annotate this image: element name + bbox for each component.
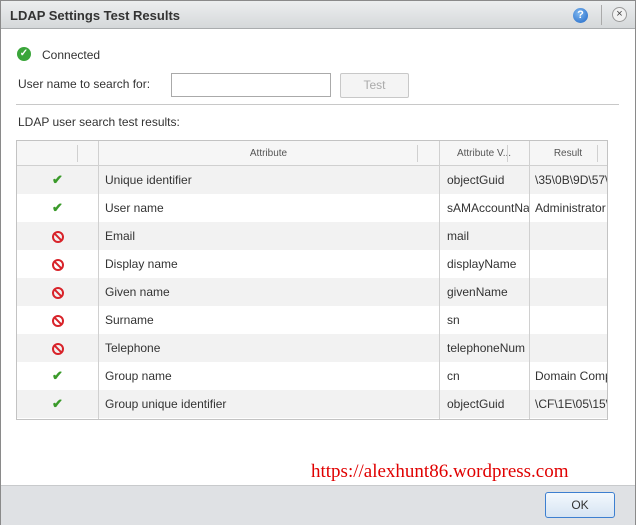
results-table: Attribute Attribute V... Result ✔ Unique… (16, 140, 608, 420)
table-row[interactable]: ✔ User name sAMAccountNa Administrator (17, 194, 607, 222)
attribute-value-cell: objectGuid (447, 173, 505, 187)
attribute-cell: Group name (105, 369, 172, 383)
results-label: LDAP user search test results: (18, 115, 180, 129)
attribute-cell: Display name (105, 257, 178, 271)
result-cell (535, 222, 607, 250)
status-cell (17, 222, 98, 250)
username-input[interactable] (171, 73, 331, 97)
header-attribute[interactable]: Attribute (98, 141, 439, 166)
watermark: https://alexhunt86.wordpress.com (311, 461, 569, 482)
table-row[interactable]: Display name displayName (17, 250, 607, 278)
username-label: User name to search for: (18, 77, 151, 91)
attribute-value-cell: mail (447, 229, 470, 243)
table-row[interactable]: Surname sn (17, 306, 607, 334)
status-cell (17, 278, 98, 306)
result-cell: \CF\1E\05\15\8 (535, 397, 607, 411)
attribute-cell: Unique identifier (105, 173, 192, 187)
table-row[interactable]: Email mail (17, 222, 607, 250)
title-bar: LDAP Settings Test Results ? × (1, 1, 635, 29)
result-cell (535, 334, 607, 362)
divider (16, 104, 619, 105)
attribute-value-cell: givenName (447, 285, 508, 299)
attribute-cell: Group unique identifier (105, 397, 227, 411)
header-divider (77, 145, 78, 162)
attribute-cell: Email (105, 229, 136, 243)
check-circle-icon: ✓ (17, 47, 31, 61)
blocked-icon (51, 314, 64, 327)
header-attribute-value[interactable]: Attribute V... (439, 141, 529, 166)
result-cell (535, 250, 607, 278)
check-icon: ✔ (52, 396, 63, 411)
attribute-value-cell: sn (447, 313, 460, 327)
status-cell: ✔ (17, 362, 98, 390)
check-icon: ✔ (52, 200, 63, 215)
header-result[interactable]: Result (529, 141, 607, 166)
result-cell: \35\0B\9D\57\F (535, 173, 607, 187)
column-divider (98, 141, 99, 419)
attribute-cell: User name (105, 201, 164, 215)
header-divider (417, 145, 418, 162)
table-row[interactable]: Given name givenName (17, 278, 607, 306)
result-cell: Administrator (535, 201, 606, 215)
result-cell: Domain Comp (535, 369, 607, 383)
status-cell: ✔ (17, 390, 98, 418)
attribute-value-cell: displayName (447, 257, 517, 271)
table-row[interactable]: ✔ Unique identifier objectGuid \35\0B\9D… (17, 166, 607, 194)
connection-status: Connected (42, 48, 101, 62)
help-icon[interactable]: ? (573, 8, 588, 23)
close-icon[interactable]: × (612, 7, 627, 22)
test-button[interactable]: Test (340, 73, 409, 98)
ok-button[interactable]: OK (545, 492, 615, 518)
blocked-icon (51, 258, 64, 271)
result-cell (535, 306, 607, 334)
attribute-cell: Given name (105, 285, 170, 299)
header-divider (597, 145, 598, 162)
table-row[interactable]: Telephone telephoneNum (17, 334, 607, 362)
check-icon: ✔ (52, 368, 63, 383)
check-icon: ✔ (52, 172, 63, 187)
attribute-value-cell: telephoneNum (447, 341, 526, 355)
column-divider (439, 141, 440, 419)
table-row[interactable]: ✔ Group name cn Domain Comp (17, 362, 607, 390)
status-cell: ✔ (17, 194, 98, 222)
attribute-value-cell: sAMAccountNa (447, 201, 529, 215)
status-cell (17, 306, 98, 334)
blocked-icon (51, 230, 64, 243)
attribute-value-cell: cn (447, 369, 460, 383)
header-status[interactable] (17, 141, 98, 166)
title-divider (601, 5, 602, 25)
table-row[interactable]: ✔ Group unique identifier objectGuid \CF… (17, 390, 607, 418)
status-cell: ✔ (17, 166, 98, 194)
status-cell (17, 250, 98, 278)
blocked-icon (51, 286, 64, 299)
status-cell (17, 334, 98, 362)
dialog-footer (1, 485, 635, 525)
blocked-icon (51, 342, 64, 355)
ldap-test-dialog: LDAP Settings Test Results ? × ✓ Connect… (0, 0, 636, 525)
attribute-cell: Telephone (105, 341, 161, 355)
attribute-value-cell: objectGuid (447, 397, 505, 411)
dialog-title: LDAP Settings Test Results (10, 8, 180, 23)
result-cell (535, 278, 607, 306)
column-divider (529, 141, 530, 419)
header-divider (507, 145, 508, 162)
attribute-cell: Surname (105, 313, 154, 327)
